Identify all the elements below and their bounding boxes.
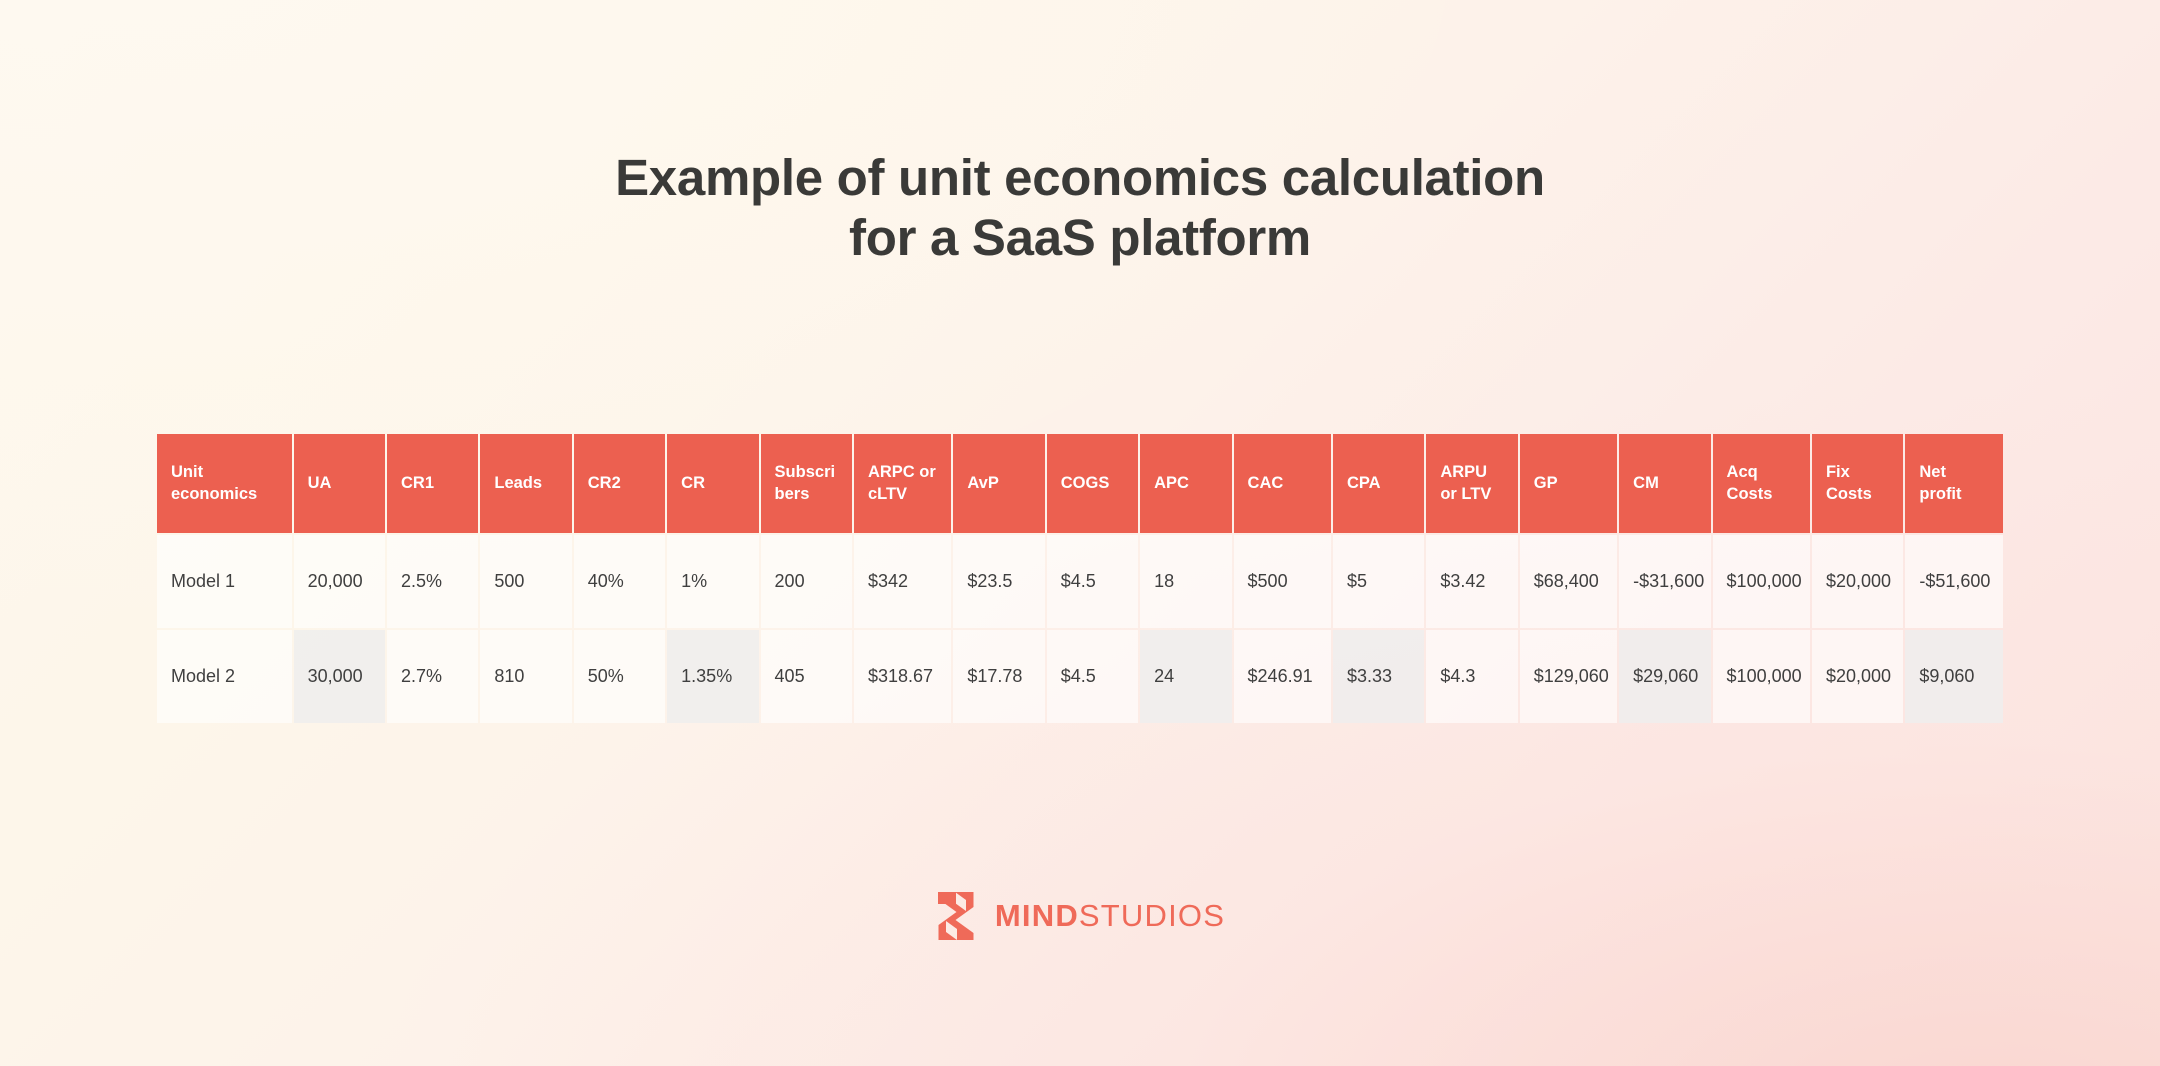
table-cell: $500 [1233, 535, 1331, 628]
table-cell: $100,000 [1712, 630, 1810, 723]
mindstudios-logo-icon [935, 890, 977, 942]
table-cell: $4.5 [1046, 630, 1139, 723]
table-column-header: CR [667, 434, 759, 533]
table-cell: 40% [573, 535, 666, 628]
table-cell: $100,000 [1712, 535, 1810, 628]
page-title-line-2: for a SaaS platform [849, 208, 1311, 266]
table-row-label: Model 2 [157, 630, 292, 723]
table-column-header: UA [293, 434, 385, 533]
table-row: Model 1 20,000 2.5% 500 40% 1% 200 $342 $23.5 $4.… [157, 535, 2003, 628]
page-title-line-1: Example of unit economics calculation [615, 149, 1545, 206]
table-cell: 405 [760, 630, 852, 723]
table-cell: $246.91 [1233, 630, 1331, 723]
table-row-label: Model 1 [157, 535, 292, 628]
table-cell: 24 [1140, 630, 1232, 723]
table-cell: $318.67 [853, 630, 952, 723]
table-cell: 500 [480, 535, 572, 628]
table-header-row: Unit economics UA CR1 Leads CR2 CR Subscri ber… [157, 434, 2003, 533]
table-column-header: APC [1140, 434, 1232, 533]
table-column-header: CPA [1332, 434, 1425, 533]
table-body: Model 1 20,000 2.5% 500 40% 1% 200 $342 $23.5 $4.… [157, 535, 2003, 723]
brand-name-light: STUDIOS [1078, 898, 1226, 933]
table-column-header: Subscri bers [760, 434, 852, 533]
table-cell: $5 [1332, 535, 1425, 628]
table-cell: 18 [1140, 535, 1232, 628]
table-cell: $68,400 [1519, 535, 1618, 628]
unit-economics-table: Unit economics UA CR1 Leads CR2 CR Subscri ber… [155, 432, 2005, 725]
page-title: Example of unit economics calculation fo… [0, 148, 2160, 267]
table-column-header: Net profit [1905, 434, 2003, 533]
table-cell: 20,000 [293, 535, 385, 628]
table-column-header: COGS [1046, 434, 1139, 533]
table-cell: $29,060 [1619, 630, 1711, 723]
table-column-header: GP [1519, 434, 1618, 533]
table-cell: $129,060 [1519, 630, 1618, 723]
table-column-header: CR1 [386, 434, 479, 533]
table-cell: $20,000 [1811, 535, 1904, 628]
page-root: Example of unit economics calculation fo… [0, 0, 2160, 1066]
table-column-header: CR2 [573, 434, 666, 533]
table-cell: $4.3 [1426, 630, 1518, 723]
table-cell: 2.7% [386, 630, 479, 723]
table-cell: $4.5 [1046, 535, 1139, 628]
table-cell: $342 [853, 535, 952, 628]
unit-economics-table-container: Unit economics UA CR1 Leads CR2 CR Subscri ber… [155, 432, 2005, 725]
table-cell: $20,000 [1811, 630, 1904, 723]
table-cell: $3.33 [1332, 630, 1425, 723]
table-cell: 200 [760, 535, 852, 628]
table-cell: 50% [573, 630, 666, 723]
brand-name: MINDSTUDIOS [995, 898, 1225, 934]
table-cell: $9,060 [1905, 630, 2003, 723]
table-column-header: Unit economics [157, 434, 292, 533]
table-cell: 30,000 [293, 630, 385, 723]
table-cell: 1% [667, 535, 759, 628]
table-header: Unit economics UA CR1 Leads CR2 CR Subscri ber… [157, 434, 2003, 533]
table-row: Model 2 30,000 2.7% 810 50% 1.35% 405 $318.67 $1… [157, 630, 2003, 723]
table-column-header: Acq Costs [1712, 434, 1810, 533]
table-column-header: ARPU or LTV [1426, 434, 1518, 533]
table-cell: -$31,600 [1619, 535, 1711, 628]
table-cell: 2.5% [386, 535, 479, 628]
table-column-header: CAC [1233, 434, 1331, 533]
table-column-header: CM [1619, 434, 1711, 533]
table-cell: $17.78 [953, 630, 1045, 723]
brand-logo: MINDSTUDIOS [0, 890, 2160, 942]
brand-name-bold: MIND [994, 898, 1079, 933]
table-cell: $23.5 [953, 535, 1045, 628]
table-column-header: Fix Costs [1811, 434, 1904, 533]
table-column-header: AvP [953, 434, 1045, 533]
table-cell: 1.35% [667, 630, 759, 723]
table-cell: $3.42 [1426, 535, 1518, 628]
table-column-header: Leads [480, 434, 572, 533]
table-cell: -$51,600 [1905, 535, 2003, 628]
table-cell: 810 [480, 630, 572, 723]
table-column-header: ARPC or cLTV [853, 434, 952, 533]
